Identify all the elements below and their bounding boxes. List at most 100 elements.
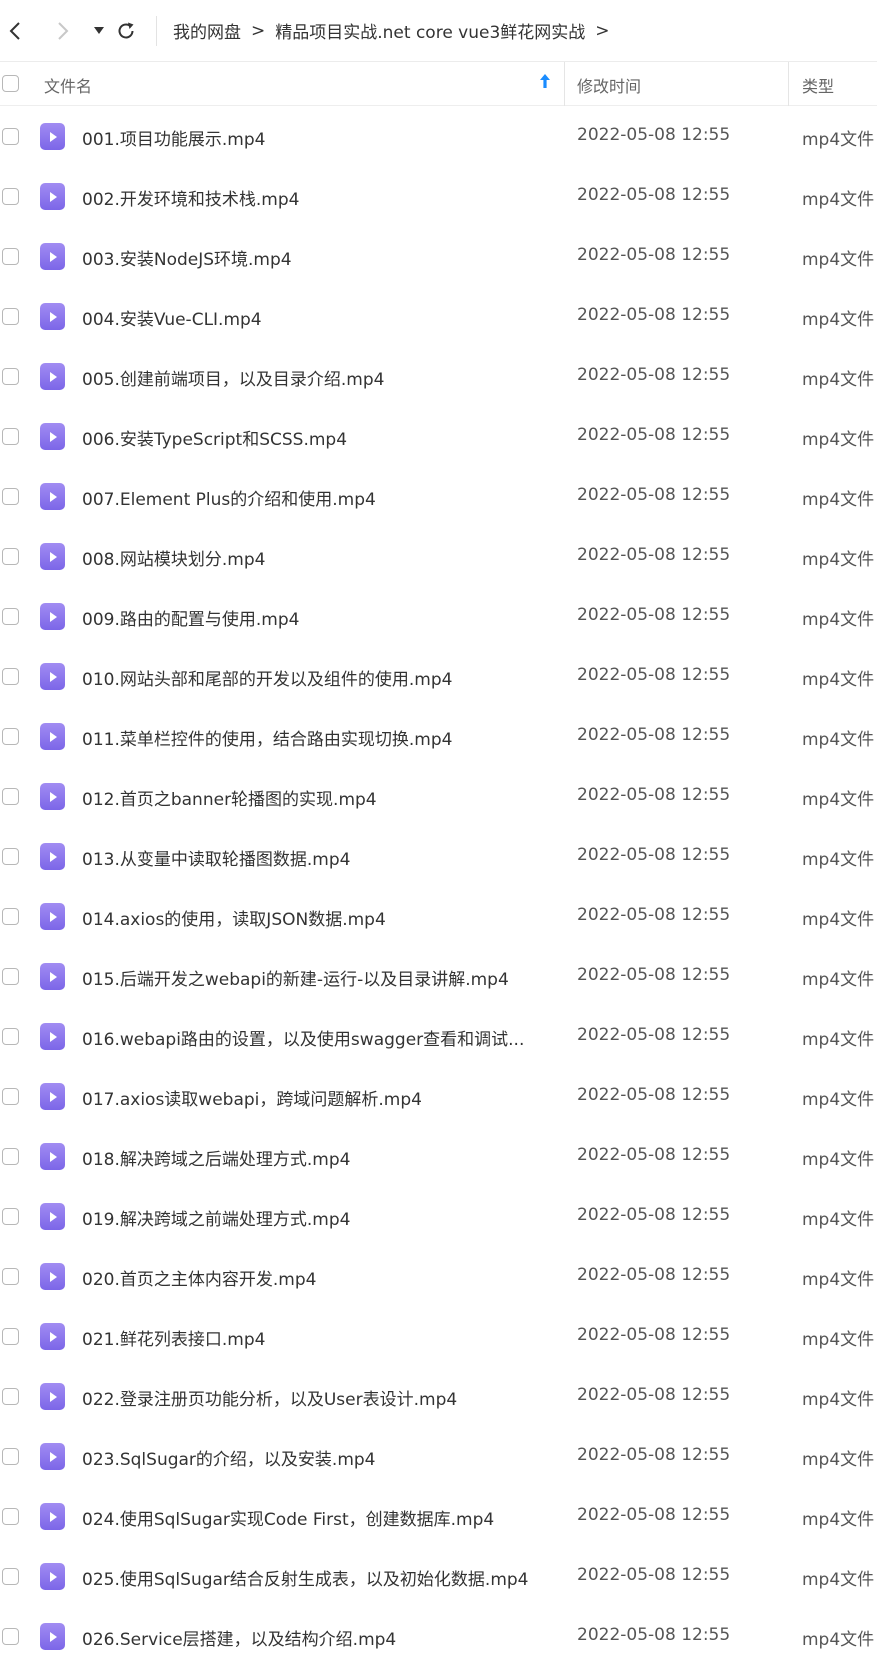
file-row[interactable]: 010.网站头部和尾部的开发以及组件的使用.mp4 2022-05-08 12:5… [0, 646, 877, 706]
file-name[interactable]: 011.菜单栏控件的使用，结合路由实现切换.mp4 [82, 725, 547, 750]
file-name[interactable]: 009.路由的配置与使用.mp4 [82, 605, 547, 630]
file-modified-time: 2022-05-08 12:55 [577, 905, 731, 925]
file-row[interactable]: 004.安装Vue-CLI.mp4 2022-05-08 12:55 mp4文件 [0, 286, 877, 346]
history-dropdown-button[interactable] [88, 11, 110, 51]
row-checkbox[interactable] [2, 1208, 19, 1225]
file-name[interactable]: 001.项目功能展示.mp4 [82, 125, 547, 150]
row-checkbox[interactable] [2, 1088, 19, 1105]
file-row[interactable]: 011.菜单栏控件的使用，结合路由实现切换.mp4 2022-05-08 12:5… [0, 706, 877, 766]
file-row[interactable]: 021.鲜花列表接口.mp4 2022-05-08 12:55 mp4文件 [0, 1306, 877, 1366]
row-checkbox[interactable] [2, 1568, 19, 1585]
file-name[interactable]: 004.安装Vue-CLI.mp4 [82, 305, 547, 330]
file-name[interactable]: 015.后端开发之webapi的新建-运行-以及目录讲解.mp4 [82, 965, 547, 990]
file-row[interactable]: 015.后端开发之webapi的新建-运行-以及目录讲解.mp4 2022-05-… [0, 946, 877, 1006]
row-checkbox[interactable] [2, 1328, 19, 1345]
file-modified-time: 2022-05-08 12:55 [577, 1025, 731, 1045]
file-row[interactable]: 005.创建前端项目，以及目录介绍.mp4 2022-05-08 12:55 mp4… [0, 346, 877, 406]
file-row[interactable]: 016.webapi路由的设置，以及使用swagger查看和调试... 2022-… [0, 1006, 877, 1066]
select-all-checkbox[interactable] [2, 75, 19, 92]
row-checkbox[interactable] [2, 308, 19, 325]
row-checkbox[interactable] [2, 908, 19, 925]
file-row[interactable]: 013.从变量中读取轮播图数据.mp4 2022-05-08 12:55 mp4文件 [0, 826, 877, 886]
row-checkbox[interactable] [2, 728, 19, 745]
file-name[interactable]: 026.Service层搭建，以及结构介绍.mp4 [82, 1625, 547, 1650]
row-checkbox[interactable] [2, 488, 19, 505]
breadcrumb-separator[interactable]: > [595, 21, 609, 41]
file-name[interactable]: 012.首页之banner轮播图的实现.mp4 [82, 785, 547, 810]
file-row[interactable]: 012.首页之banner轮播图的实现.mp4 2022-05-08 12:55 m… [0, 766, 877, 826]
file-name[interactable]: 019.解决跨域之前端处理方式.mp4 [82, 1205, 547, 1230]
file-name[interactable]: 002.开发环境和技术栈.mp4 [82, 185, 547, 210]
file-name[interactable]: 010.网站头部和尾部的开发以及组件的使用.mp4 [82, 665, 547, 690]
file-row[interactable]: 022.登录注册页功能分析，以及User表设计.mp4 2022-05-08 12… [0, 1366, 877, 1426]
row-checkbox[interactable] [2, 428, 19, 445]
file-name[interactable]: 005.创建前端项目，以及目录介绍.mp4 [82, 365, 547, 390]
row-checkbox[interactable] [2, 1628, 19, 1645]
file-name[interactable]: 023.SqlSugar的介绍，以及安装.mp4 [82, 1445, 547, 1470]
forward-button[interactable] [46, 11, 80, 51]
row-checkbox[interactable] [2, 128, 19, 145]
file-name[interactable]: 007.Element Plus的介绍和使用.mp4 [82, 485, 547, 510]
file-name[interactable]: 013.从变量中读取轮播图数据.mp4 [82, 845, 547, 870]
file-row[interactable]: 014.axios的使用，读取JSON数据.mp4 2022-05-08 12:5… [0, 886, 877, 946]
file-name[interactable]: 014.axios的使用，读取JSON数据.mp4 [82, 905, 547, 930]
row-checkbox[interactable] [2, 188, 19, 205]
row-checkbox[interactable] [2, 1388, 19, 1405]
file-row[interactable]: 020.首页之主体内容开发.mp4 2022-05-08 12:55 mp4文件 [0, 1246, 877, 1306]
file-name[interactable]: 006.安装TypeScript和SCSS.mp4 [82, 425, 547, 450]
column-header-name[interactable]: 文件名 [44, 73, 92, 97]
column-header-modified-time[interactable]: 修改时间 [577, 73, 641, 97]
file-name[interactable]: 016.webapi路由的设置，以及使用swagger查看和调试... [82, 1025, 547, 1050]
row-checkbox[interactable] [2, 848, 19, 865]
file-row[interactable]: 017.axios读取webapi，跨域问题解析.mp4 2022-05-08 1… [0, 1066, 877, 1126]
file-row[interactable]: 006.安装TypeScript和SCSS.mp4 2022-05-08 12:5… [0, 406, 877, 466]
file-row[interactable]: 002.开发环境和技术栈.mp4 2022-05-08 12:55 mp4文件 [0, 166, 877, 226]
column-divider[interactable] [788, 62, 789, 106]
row-checkbox[interactable] [2, 968, 19, 985]
file-row[interactable]: 024.使用SqlSugar实现Code First，创建数据库.mp4 2022… [0, 1486, 877, 1546]
video-file-icon [40, 363, 65, 390]
file-name[interactable]: 025.使用SqlSugar结合反射生成表，以及初始化数据.mp4 [82, 1565, 547, 1590]
row-checkbox[interactable] [2, 788, 19, 805]
row-checkbox[interactable] [2, 1508, 19, 1525]
row-checkbox[interactable] [2, 668, 19, 685]
row-checkbox[interactable] [2, 1448, 19, 1465]
file-name[interactable]: 020.首页之主体内容开发.mp4 [82, 1265, 547, 1290]
chevron-right-icon [58, 21, 69, 40]
file-type: mp4文件 [802, 250, 875, 270]
row-checkbox[interactable] [2, 548, 19, 565]
file-row[interactable]: 003.安装NodeJS环境.mp4 2022-05-08 12:55 mp4文件 [0, 226, 877, 286]
file-type: mp4文件 [802, 970, 875, 990]
file-name[interactable]: 003.安装NodeJS环境.mp4 [82, 245, 547, 270]
file-row[interactable]: 023.SqlSugar的介绍，以及安装.mp4 2022-05-08 12:55… [0, 1426, 877, 1486]
file-name[interactable]: 024.使用SqlSugar实现Code First，创建数据库.mp4 [82, 1505, 547, 1530]
file-row[interactable]: 001.项目功能展示.mp4 2022-05-08 12:55 mp4文件 [0, 106, 877, 166]
column-header-type[interactable]: 类型 [802, 73, 834, 97]
file-name[interactable]: 022.登录注册页功能分析，以及User表设计.mp4 [82, 1385, 547, 1410]
file-row[interactable]: 026.Service层搭建，以及结构介绍.mp4 2022-05-08 12:5… [0, 1606, 877, 1666]
row-checkbox[interactable] [2, 1148, 19, 1165]
row-checkbox[interactable] [2, 248, 19, 265]
file-name[interactable]: 021.鲜花列表接口.mp4 [82, 1325, 547, 1350]
file-row[interactable]: 009.路由的配置与使用.mp4 2022-05-08 12:55 mp4文件 [0, 586, 877, 646]
sort-ascending-icon[interactable] [538, 70, 552, 94]
breadcrumb-item-root[interactable]: 我的网盘 [173, 18, 241, 43]
row-checkbox[interactable] [2, 1268, 19, 1285]
column-divider[interactable] [564, 62, 565, 106]
back-button[interactable] [0, 11, 30, 51]
file-row[interactable]: 019.解决跨域之前端处理方式.mp4 2022-05-08 12:55 mp4文件 [0, 1186, 877, 1246]
file-name[interactable]: 017.axios读取webapi，跨域问题解析.mp4 [82, 1085, 547, 1110]
file-row[interactable]: 025.使用SqlSugar结合反射生成表，以及初始化数据.mp4 2022-05… [0, 1546, 877, 1606]
breadcrumb-item-current[interactable]: 精品项目实战.net core vue3鲜花网实战 [275, 18, 585, 43]
video-file-icon [40, 1503, 65, 1530]
file-name[interactable]: 018.解决跨域之后端处理方式.mp4 [82, 1145, 547, 1170]
row-checkbox[interactable] [2, 368, 19, 385]
file-modified-time: 2022-05-08 12:55 [577, 305, 731, 325]
file-row[interactable]: 007.Element Plus的介绍和使用.mp4 2022-05-08 12:… [0, 466, 877, 526]
refresh-button[interactable] [112, 11, 140, 51]
row-checkbox[interactable] [2, 608, 19, 625]
row-checkbox[interactable] [2, 1028, 19, 1045]
file-row[interactable]: 008.网站模块划分.mp4 2022-05-08 12:55 mp4文件 [0, 526, 877, 586]
file-name[interactable]: 008.网站模块划分.mp4 [82, 545, 547, 570]
file-row[interactable]: 018.解决跨域之后端处理方式.mp4 2022-05-08 12:55 mp4文件 [0, 1126, 877, 1186]
